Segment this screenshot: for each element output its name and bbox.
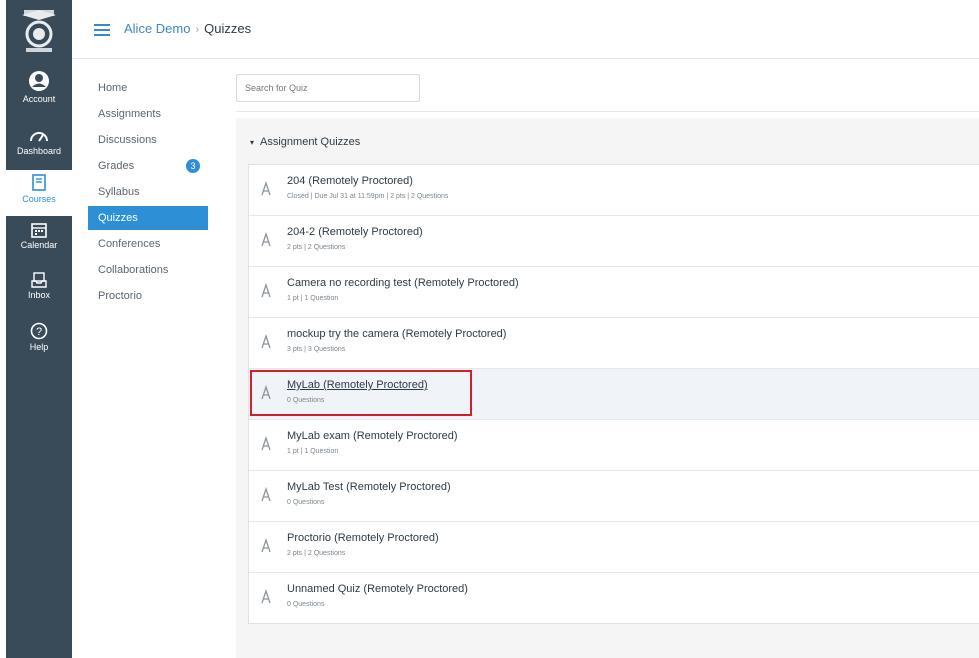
assignment-quizzes-toggle[interactable]: ▾ Assignment Quizzes	[250, 136, 360, 148]
breadcrumb-current-page: Quizzes	[204, 21, 252, 36]
course-nav-grades[interactable]: Grades 3	[88, 154, 208, 178]
help-icon: ?	[30, 322, 48, 340]
global-nav-inbox[interactable]: Inbox	[6, 272, 72, 312]
global-nav-account[interactable]: Account	[6, 70, 72, 118]
quiz-panel: ▾ Assignment Quizzes 204 (Remotely Procto…	[236, 118, 979, 658]
quiz-title-link[interactable]: Proctorio (Remotely Proctored)	[287, 532, 439, 544]
course-nav: Home Assignments Discussions Grades 3 Syl…	[88, 76, 208, 310]
quiz-meta: 2 pts | 2 Questions	[287, 550, 346, 557]
quiz-rocket-icon	[261, 487, 271, 502]
quiz-meta: 1 pt | 1 Question	[287, 448, 339, 455]
course-nav-label: Home	[98, 82, 128, 94]
quiz-meta: 3 pts | 3 Questions	[287, 346, 346, 353]
course-nav-syllabus[interactable]: Syllabus	[88, 180, 208, 204]
global-nav-help[interactable]: ? Help	[6, 322, 72, 362]
quiz-rocket-icon	[261, 283, 271, 298]
svg-text:?: ?	[36, 326, 42, 338]
divider	[236, 111, 979, 112]
global-nav-label: Account	[22, 94, 56, 104]
quiz-meta: 0 Questions	[287, 601, 325, 608]
quiz-title-link[interactable]: mockup try the camera (Remotely Proctore…	[287, 328, 506, 340]
quiz-list: 204 (Remotely Proctored) Closed | Due Ju…	[248, 164, 979, 624]
quiz-row[interactable]: 204 (Remotely Proctored) Closed | Due Ju…	[249, 165, 979, 216]
course-nav-label: Proctorio	[98, 290, 143, 302]
course-nav-label: Discussions	[98, 134, 157, 146]
quiz-meta: 1 pt | 1 Question	[287, 295, 339, 302]
breadcrumb-course-link[interactable]: Alice Demo	[124, 21, 190, 36]
quiz-title-link[interactable]: MyLab exam (Remotely Proctored)	[287, 430, 458, 442]
global-nav-calendar[interactable]: Calendar	[6, 222, 72, 262]
grades-count-badge: 3	[186, 159, 200, 173]
highlight-box	[250, 370, 472, 416]
global-nav-label: Help	[29, 342, 49, 352]
course-nav-quizzes[interactable]: Quizzes	[88, 206, 208, 230]
user-circle-icon	[29, 71, 49, 91]
quiz-search-input[interactable]	[236, 74, 420, 102]
global-nav-label: Calendar	[20, 240, 58, 250]
courses-icon	[32, 174, 46, 191]
breadcrumb-separator: ›	[195, 24, 200, 36]
course-nav-label: Quizzes	[98, 212, 138, 224]
quiz-row[interactable]: MyLab Test (Remotely Proctored) 0 Questi…	[249, 471, 979, 522]
quiz-row[interactable]: Camera no recording test (Remotely Proct…	[249, 267, 979, 318]
course-nav-label: Collaborations	[98, 264, 169, 276]
global-nav-dashboard[interactable]: Dashboard	[6, 128, 72, 168]
global-nav-label: Courses	[22, 194, 56, 204]
quiz-meta: Closed | Due Jul 31 at 11:59pm | 2 pts |…	[287, 193, 449, 200]
inbox-icon	[31, 272, 47, 288]
dashboard-icon	[30, 132, 48, 142]
quiz-title-link[interactable]: 204-2 (Remotely Proctored)	[287, 226, 423, 238]
page-header: Alice Demo › Quizzes	[72, 0, 979, 59]
global-nav-courses[interactable]: Courses	[6, 170, 72, 216]
hamburger-menu-icon[interactable]	[94, 24, 110, 36]
quiz-row[interactable]: MyLab exam (Remotely Proctored) 1 pt | 1…	[249, 420, 979, 471]
quiz-row-highlighted[interactable]: MyLab (Remotely Proctored) 0 Questions	[249, 369, 979, 420]
course-nav-collaborations[interactable]: Collaborations	[88, 258, 208, 282]
quiz-row[interactable]: Proctorio (Remotely Proctored) 2 pts | 2…	[249, 522, 979, 573]
quiz-meta: 2 pts | 2 Questions	[287, 244, 346, 251]
global-nav: Account Dashboard Courses Calendar Inbox…	[6, 0, 72, 658]
calendar-icon	[31, 223, 47, 238]
caret-down-icon: ▾	[250, 138, 255, 147]
course-nav-label: Conferences	[98, 238, 161, 250]
quiz-rocket-icon	[261, 181, 271, 196]
quiz-title-link[interactable]: MyLab Test (Remotely Proctored)	[287, 481, 451, 493]
course-nav-conferences[interactable]: Conferences	[88, 232, 208, 256]
course-nav-proctorio[interactable]: Proctorio	[88, 284, 208, 308]
course-nav-assignments[interactable]: Assignments	[88, 102, 208, 126]
quiz-row[interactable]: mockup try the camera (Remotely Proctore…	[249, 318, 979, 369]
course-nav-label: Grades	[98, 160, 135, 172]
course-nav-home[interactable]: Home	[88, 76, 208, 100]
institution-logo-icon[interactable]	[16, 8, 62, 56]
quiz-title-link[interactable]: Unnamed Quiz (Remotely Proctored)	[287, 583, 468, 595]
quiz-rocket-icon	[261, 589, 271, 604]
quiz-row[interactable]: Unnamed Quiz (Remotely Proctored) 0 Ques…	[249, 573, 979, 623]
group-title: Assignment Quizzes	[260, 136, 361, 148]
course-nav-label: Syllabus	[98, 186, 140, 198]
course-nav-label: Assignments	[98, 108, 161, 120]
quiz-rocket-icon	[261, 232, 271, 247]
quiz-rocket-icon	[261, 538, 271, 553]
global-nav-label: Dashboard	[16, 146, 62, 156]
quiz-row[interactable]: 204-2 (Remotely Proctored) 2 pts | 2 Que…	[249, 216, 979, 267]
quiz-rocket-icon	[261, 334, 271, 349]
course-nav-discussions[interactable]: Discussions	[88, 128, 208, 152]
quiz-title-link[interactable]: Camera no recording test (Remotely Proct…	[287, 277, 519, 289]
breadcrumb: Alice Demo › Quizzes	[124, 21, 251, 36]
quiz-title-link[interactable]: 204 (Remotely Proctored)	[287, 175, 413, 187]
quiz-rocket-icon	[261, 436, 271, 451]
global-nav-label: Inbox	[27, 290, 51, 300]
quiz-meta: 0 Questions	[287, 499, 325, 506]
